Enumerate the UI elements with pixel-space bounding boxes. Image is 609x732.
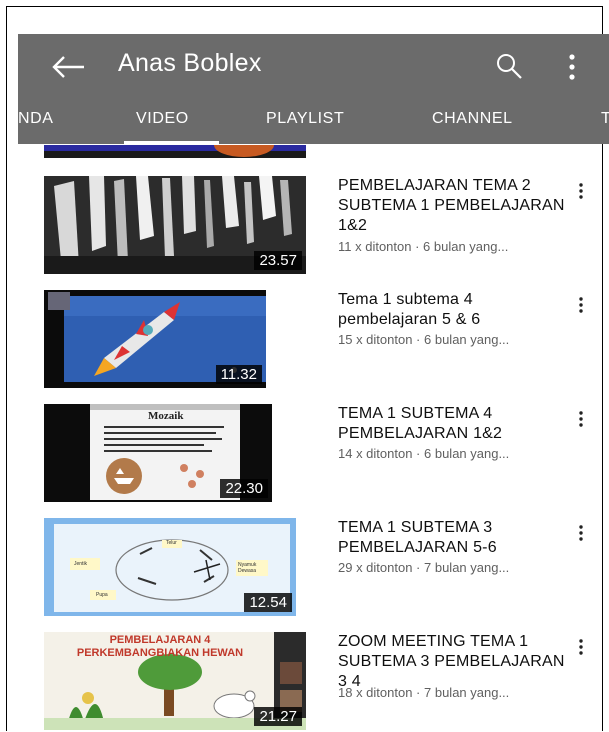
video-title[interactable]: PEMBELAJARAN TEMA 2 SUBTEMA 1 PEMBELAJAR… bbox=[338, 176, 568, 236]
video-item[interactable]: Telur Jentik Nyamuk Dewasa Pupa 12.54 TE… bbox=[44, 518, 604, 618]
video-duration: 12.54 bbox=[244, 593, 292, 612]
video-thumbnail[interactable]: Telur Jentik Nyamuk Dewasa Pupa 12.54 bbox=[44, 518, 296, 616]
active-tab-indicator bbox=[124, 141, 219, 144]
tab-playlist[interactable]: PLAYLIST bbox=[266, 110, 344, 128]
video-meta: 15 x ditonton · 6 bulan yang... bbox=[338, 332, 510, 347]
thumbnail-banner-text: PEMBELAJARAN 4 PERKEMBANGBIAKAN HEWAN bbox=[76, 634, 244, 659]
app-bar: Anas Boblex bbox=[18, 34, 609, 102]
video-duration: 11.32 bbox=[215, 365, 262, 384]
diagram-label: Pupa bbox=[96, 592, 108, 598]
video-item[interactable]: PEMBELAJARAN 4 PERKEMBANGBIAKAN HEWAN 21… bbox=[44, 632, 604, 732]
tab-next[interactable]: T bbox=[601, 110, 609, 128]
channel-tabs: NDA VIDEO PLAYLIST CHANNEL T bbox=[18, 102, 609, 144]
video-title[interactable]: ZOOM MEETING TEMA 1 SUBTEMA 3 PEMBELAJAR… bbox=[338, 632, 568, 692]
video-duration: 21.27 bbox=[254, 707, 302, 726]
video-more-icon[interactable] bbox=[578, 524, 584, 542]
partial-video-thumbnail[interactable] bbox=[44, 145, 306, 158]
video-meta: 11 x ditonton · 6 bulan yang... bbox=[338, 239, 509, 254]
more-options-icon[interactable] bbox=[568, 53, 576, 81]
video-title[interactable]: TEMA 1 SUBTEMA 3 PEMBELAJARAN 5-6 bbox=[338, 518, 568, 558]
video-more-icon[interactable] bbox=[578, 410, 584, 428]
search-icon[interactable] bbox=[494, 51, 524, 81]
video-duration: 22.30 bbox=[220, 479, 268, 498]
diagram-label: Jentik bbox=[74, 561, 88, 567]
video-more-icon[interactable] bbox=[578, 296, 584, 314]
video-meta: 14 x ditonton · 6 bulan yang... bbox=[338, 446, 510, 461]
video-thumbnail[interactable]: 23.57 bbox=[44, 176, 306, 274]
video-thumbnail[interactable]: Mozaik 22.30 bbox=[44, 404, 272, 502]
tab-channel[interactable]: CHANNEL bbox=[432, 110, 513, 128]
video-item[interactable]: 11.32 Tema 1 subtema 4 pembelajaran 5 & … bbox=[44, 290, 604, 390]
tab-video[interactable]: VIDEO bbox=[136, 110, 189, 128]
video-item[interactable]: Mozaik 22.30 TEMA 1 SUBTEMA 4 PEMBELAJAR… bbox=[44, 404, 604, 504]
slide-heading: Mozaik bbox=[148, 410, 184, 422]
video-title[interactable]: TEMA 1 SUBTEMA 4 PEMBELAJARAN 1&2 bbox=[338, 404, 568, 444]
back-arrow-icon[interactable] bbox=[48, 52, 88, 82]
video-thumbnail[interactable]: PEMBELAJARAN 4 PERKEMBANGBIAKAN HEWAN 21… bbox=[44, 632, 306, 730]
video-duration: 23.57 bbox=[254, 251, 302, 270]
channel-title: Anas Boblex bbox=[118, 49, 262, 77]
video-title[interactable]: Tema 1 subtema 4 pembelajaran 5 & 6 bbox=[338, 290, 568, 330]
diagram-label: Telur bbox=[166, 540, 177, 546]
diagram-label: Nyamuk Dewasa bbox=[238, 562, 257, 574]
video-thumbnail[interactable]: 11.32 bbox=[44, 290, 266, 388]
tab-beranda[interactable]: NDA bbox=[18, 110, 54, 128]
video-item[interactable]: 23.57 PEMBELAJARAN TEMA 2 SUBTEMA 1 PEMB… bbox=[44, 176, 604, 276]
video-more-icon[interactable] bbox=[578, 638, 584, 656]
video-meta: 29 x ditonton · 7 bulan yang... bbox=[338, 560, 510, 575]
video-more-icon[interactable] bbox=[578, 182, 584, 200]
video-meta: 18 x ditonton · 7 bulan yang... bbox=[338, 685, 510, 700]
